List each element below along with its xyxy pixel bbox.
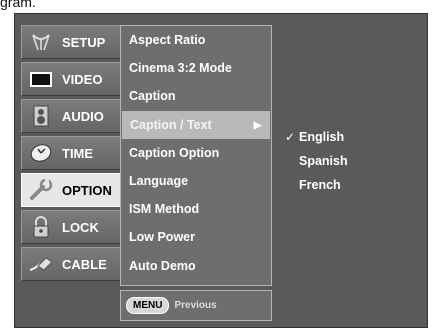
tab-video[interactable]: VIDEO (21, 62, 126, 96)
cable-plug-icon (28, 253, 54, 275)
menu-item-aspect-ratio[interactable]: Aspect Ratio (121, 26, 271, 54)
menu-item-caption-text[interactable]: Caption / Text ▶ (122, 110, 270, 139)
option-menu-list: Aspect Ratio Cinema 3:2 Mode Caption Cap… (120, 25, 272, 286)
menu-item-label: Auto Demo (129, 258, 196, 273)
menu-item-label: Caption / Text (130, 117, 212, 132)
menu-item-label: Aspect Ratio (129, 33, 206, 48)
menu-item-caption-option[interactable]: Caption Option (121, 139, 271, 167)
menu-item-label: Caption Option (129, 145, 220, 160)
menu-footer: MENU Previous (120, 290, 272, 321)
checkmark-icon: ✓ (285, 130, 296, 144)
menu-item-auto-demo[interactable]: Auto Demo (121, 252, 271, 280)
tab-label: TIME (62, 145, 94, 161)
submenu-item-spanish[interactable]: Spanish (285, 149, 385, 173)
menu-item-label: Cinema 3:2 Mode (129, 61, 232, 76)
submenu-item-label: English (299, 130, 345, 144)
tab-label: AUDIO (62, 108, 104, 124)
tab-cable[interactable]: CABLE (21, 247, 126, 281)
menu-item-language[interactable]: Language (121, 167, 271, 195)
submenu-item-french[interactable]: French (285, 173, 385, 197)
submenu-item-english[interactable]: ✓ English (285, 125, 385, 149)
menu-item-ism-method[interactable]: ISM Method (121, 195, 271, 223)
menu-item-label: Low Power (129, 230, 195, 245)
menu-key-button[interactable]: MENU (126, 297, 170, 314)
clock-icon (28, 142, 54, 164)
tab-time[interactable]: TIME (21, 136, 126, 170)
tab-label: CABLE (62, 256, 107, 272)
arrow-right-icon: ▶ (253, 119, 262, 132)
menu-item-label: Caption (129, 89, 176, 104)
menu-item-caption[interactable]: Caption (121, 82, 271, 110)
submenu-item-label: Spanish (299, 154, 348, 168)
screen-icon (28, 68, 54, 90)
menu-item-low-power[interactable]: Low Power (121, 223, 271, 251)
menu-item-cinema-3-2-mode[interactable]: Cinema 3:2 Mode (121, 54, 271, 82)
caption-text-submenu: ✓ English Spanish French (285, 125, 385, 197)
tab-audio[interactable]: AUDIO (21, 99, 126, 133)
previous-hint: Previous (174, 300, 217, 311)
tab-lock[interactable]: LOCK (21, 210, 126, 244)
tab-label: VIDEO (62, 71, 103, 87)
menu-item-label: Language (129, 174, 189, 189)
category-tabs: SETUP VIDEO AUDIO TIME OPTION LOCK CABLE (21, 25, 126, 321)
tab-label: OPTION (62, 182, 112, 198)
tab-label: LOCK (62, 219, 99, 235)
caption-fragment: gram. (0, 0, 36, 10)
wrench-icon (28, 179, 54, 201)
satellite-dish-icon (28, 31, 54, 53)
tab-option[interactable]: OPTION (21, 173, 126, 207)
tab-setup[interactable]: SETUP (21, 25, 126, 59)
speaker-icon (28, 105, 54, 127)
submenu-item-label: French (299, 178, 341, 192)
tab-label: SETUP (62, 34, 106, 50)
padlock-icon (28, 216, 54, 238)
option-menu-screen: SETUP VIDEO AUDIO TIME OPTION LOCK CABLE… (14, 13, 428, 328)
menu-item-label: ISM Method (129, 202, 200, 217)
